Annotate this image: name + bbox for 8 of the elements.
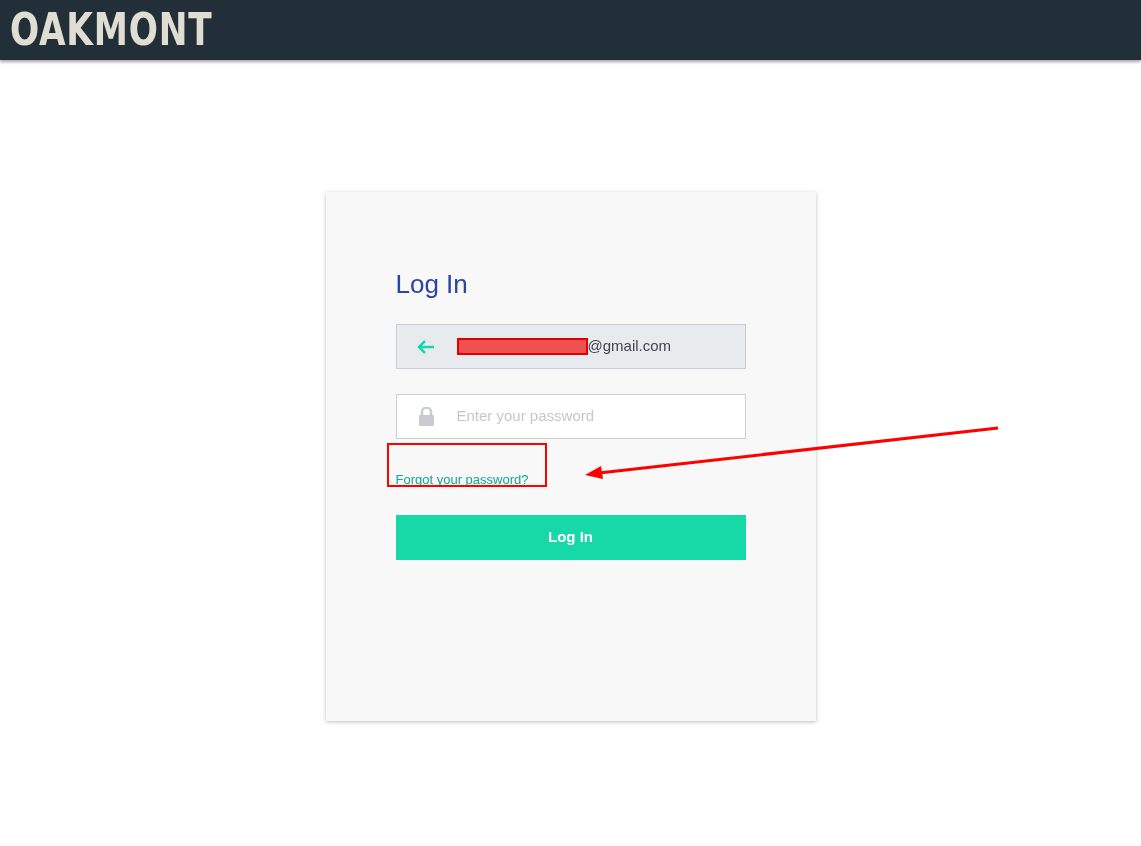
password-field[interactable]: Enter your password [395, 394, 746, 439]
login-title: Log In [395, 268, 469, 301]
email-value: @gmail.com [587, 336, 672, 357]
lock-icon [417, 407, 435, 426]
back-arrow-icon[interactable] [416, 338, 435, 355]
logo[interactable]: OAKMONT [10, 8, 213, 52]
password-input[interactable]: Enter your password [456, 405, 745, 428]
email-field[interactable]: @gmail.com [395, 324, 746, 369]
